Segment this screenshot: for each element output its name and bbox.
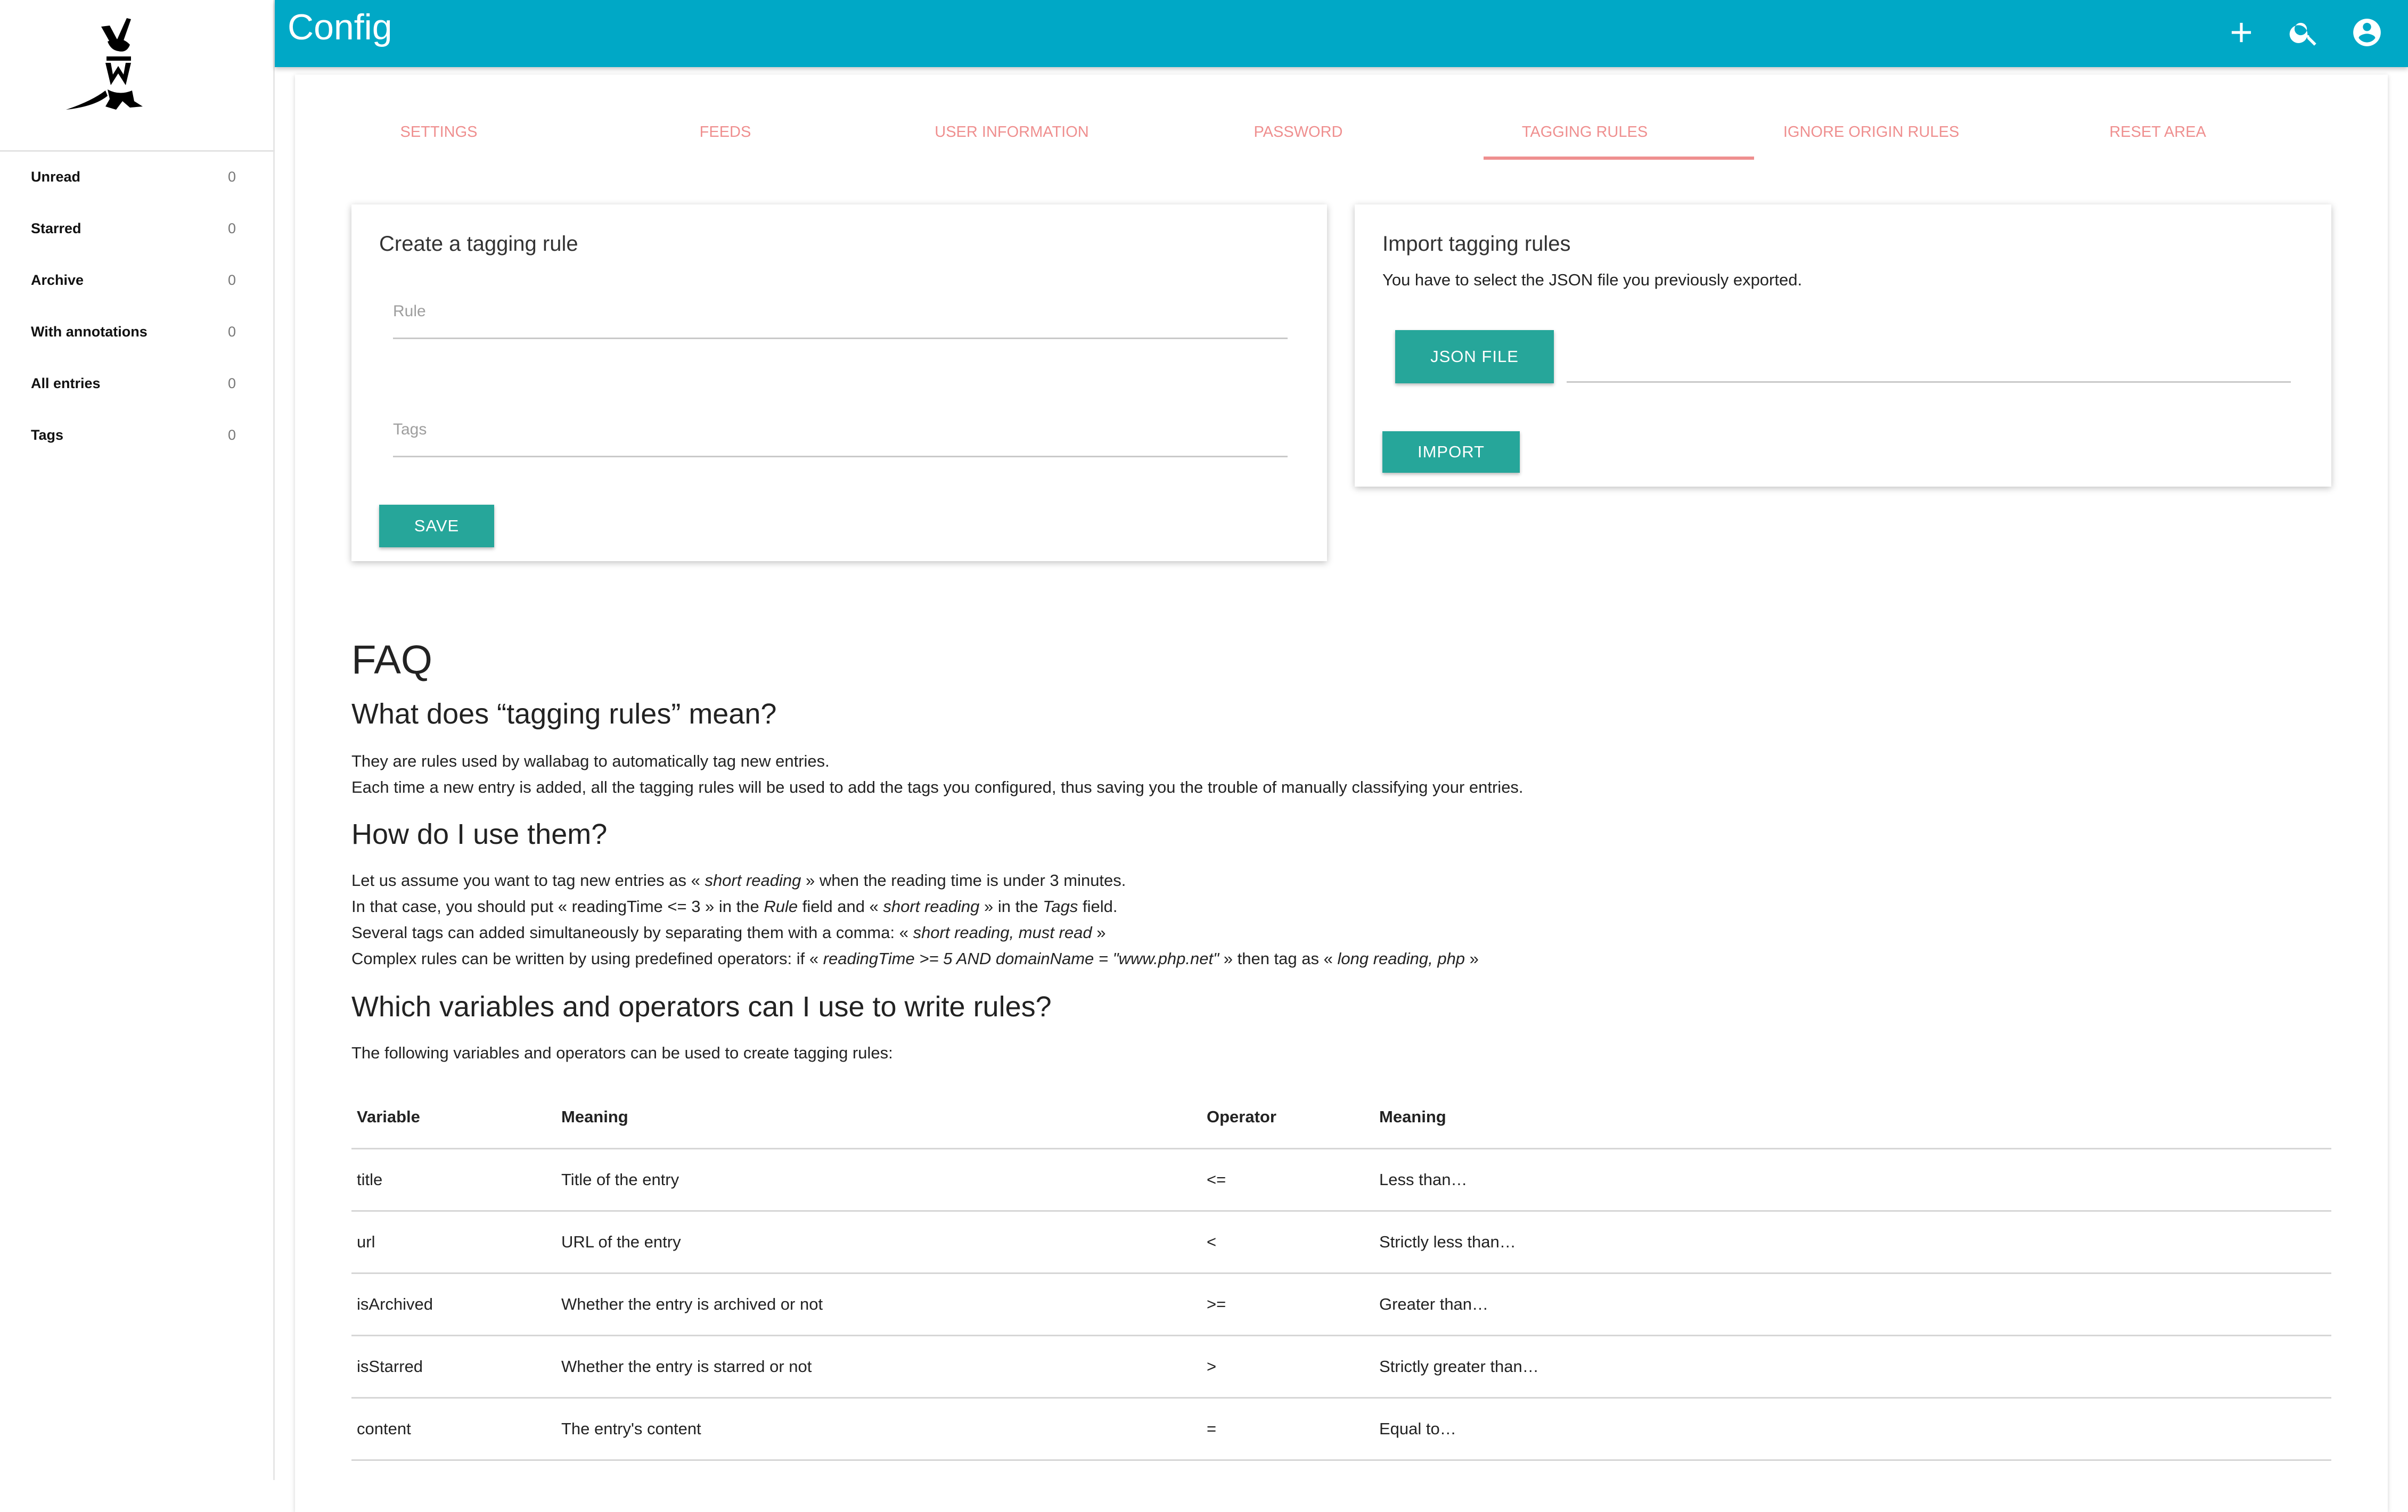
table-cell: <	[1201, 1211, 1374, 1274]
table-cell: URL of the entry	[556, 1211, 1201, 1274]
active-tab-indicator	[1484, 157, 1754, 160]
table-header: Meaning	[1374, 1086, 2331, 1149]
tags-input-underline	[393, 456, 1288, 457]
table-cell: <=	[1201, 1148, 1374, 1212]
faq-paragraph: Each time a new entry is added, all the …	[351, 778, 1524, 796]
wallabag-logo[interactable]	[63, 16, 169, 128]
table-cell: Equal to…	[1374, 1398, 2331, 1461]
faq-paragraph: They are rules used by wallabag to autom…	[351, 752, 830, 770]
sidebar-item-count: 0	[227, 427, 236, 443]
table-cell: Whether the entry is archived or not	[556, 1273, 1201, 1336]
table-cell: title	[351, 1148, 556, 1212]
top-app-bar: Config	[275, 0, 2408, 67]
table-cell: >=	[1201, 1273, 1374, 1336]
faq-question-3: Which variables and operators can I use …	[351, 991, 1052, 1023]
wallabag-logo-icon	[66, 18, 143, 110]
faq-paragraph: In that case, you should put « readingTi…	[351, 897, 1118, 916]
faq-question-2: How do I use them?	[351, 818, 608, 850]
table-cell: >	[1201, 1335, 1374, 1399]
table-cell: Whether the entry is starred or not	[556, 1335, 1201, 1399]
sidebar-item-count: 0	[227, 272, 236, 288]
sidebar-item-label: With annotations	[31, 324, 148, 340]
faq-question-1: What does “tagging rules” mean?	[351, 698, 777, 730]
table-cell: Less than…	[1374, 1148, 2331, 1212]
sidebar-item-count: 0	[227, 220, 236, 236]
sidebar-item-unread[interactable]: Unread 0	[0, 151, 273, 203]
search-icon[interactable]	[2288, 16, 2321, 49]
variables-operators-table: Variable Meaning Operator Meaning title …	[351, 1086, 2331, 1461]
tab-tagging-rules[interactable]: TAGGING RULES	[1441, 101, 1729, 161]
sidebar-item-tags[interactable]: Tags 0	[0, 409, 273, 461]
sidebar-item-label: Tags	[31, 427, 64, 443]
rule-input[interactable]: Rule	[393, 302, 426, 321]
import-rules-title: Import tagging rules	[1382, 232, 1571, 256]
table-cell: url	[351, 1211, 556, 1274]
sidebar-item-all-entries[interactable]: All entries 0	[0, 358, 273, 409]
sidebar-item-label: Archive	[31, 272, 84, 288]
table-cell: Title of the entry	[556, 1148, 1201, 1212]
json-file-button[interactable]: JSON FILE	[1395, 330, 1554, 383]
rule-input-underline	[393, 338, 1288, 339]
faq-paragraph: Let us assume you want to tag new entrie…	[351, 871, 1126, 890]
table-header: Operator	[1201, 1086, 1374, 1149]
faq-title: FAQ	[351, 637, 433, 683]
table-cell: Greater than…	[1374, 1273, 2331, 1336]
sidebar-item-count: 0	[227, 324, 236, 340]
tab-reset-area[interactable]: RESET AREA	[2014, 101, 2301, 161]
sidebar-item-label: Starred	[31, 220, 81, 236]
sidebar-item-count: 0	[227, 375, 236, 391]
table-row: isArchived Whether the entry is archived…	[351, 1273, 2331, 1336]
save-button[interactable]: SAVE	[379, 505, 494, 547]
account-circle-icon[interactable]	[2350, 16, 2384, 49]
faq-paragraph: The following variables and operators ca…	[351, 1043, 893, 1062]
tab-settings[interactable]: SETTINGS	[295, 101, 583, 161]
table-cell: Strictly greater than…	[1374, 1335, 2331, 1399]
tab-password[interactable]: PASSWORD	[1154, 101, 1442, 161]
table-cell: isArchived	[351, 1273, 556, 1336]
tags-input[interactable]: Tags	[393, 421, 427, 439]
file-path-input[interactable]	[1567, 381, 2291, 383]
table-cell: =	[1201, 1398, 1374, 1461]
create-rule-panel: Create a tagging rule Rule Tags SAVE	[351, 204, 1327, 561]
sidebar-item-count: 0	[227, 169, 236, 185]
table-row: url URL of the entry < Strictly less tha…	[351, 1211, 2331, 1274]
table-cell: isStarred	[351, 1335, 556, 1399]
tab-feeds[interactable]: FEEDS	[581, 101, 869, 161]
sidebar-item-annotations[interactable]: With annotations 0	[0, 306, 273, 358]
table-cell: content	[351, 1398, 556, 1461]
create-rule-title: Create a tagging rule	[379, 232, 578, 256]
table-cell: The entry's content	[556, 1398, 1201, 1461]
tab-ignore-origin-rules[interactable]: IGNORE ORIGIN RULES	[1727, 101, 2015, 161]
import-rules-panel: Import tagging rules You have to select …	[1355, 204, 2331, 487]
import-rules-description: You have to select the JSON file you pre…	[1382, 270, 1803, 289]
table-row: content The entry's content = Equal to…	[351, 1398, 2331, 1461]
table-header: Variable	[351, 1086, 556, 1149]
import-button[interactable]: IMPORT	[1382, 431, 1520, 473]
table-row: isStarred Whether the entry is starred o…	[351, 1335, 2331, 1399]
table-cell: Strictly less than…	[1374, 1211, 2331, 1274]
sidebar-item-label: Unread	[31, 169, 81, 185]
table-header: Meaning	[556, 1086, 1201, 1149]
sidebar: Unread 0 Starred 0 Archive 0 With annota…	[0, 0, 275, 1480]
faq-paragraph: Complex rules can be written by using pr…	[351, 949, 1479, 968]
table-row: title Title of the entry <= Less than…	[351, 1148, 2331, 1212]
add-icon[interactable]	[2225, 16, 2258, 49]
faq-paragraph: Several tags can added simultaneously by…	[351, 923, 1106, 942]
sidebar-item-archive[interactable]: Archive 0	[0, 254, 273, 306]
table-header-row: Variable Meaning Operator Meaning	[351, 1086, 2331, 1149]
sidebar-item-starred[interactable]: Starred 0	[0, 203, 273, 254]
sidebar-item-label: All entries	[31, 375, 101, 391]
config-tabs: SETTINGS FEEDS USER INFORMATION PASSWORD…	[295, 101, 2388, 161]
tab-user-information[interactable]: USER INFORMATION	[868, 101, 1156, 161]
page-title: Config	[288, 7, 392, 47]
